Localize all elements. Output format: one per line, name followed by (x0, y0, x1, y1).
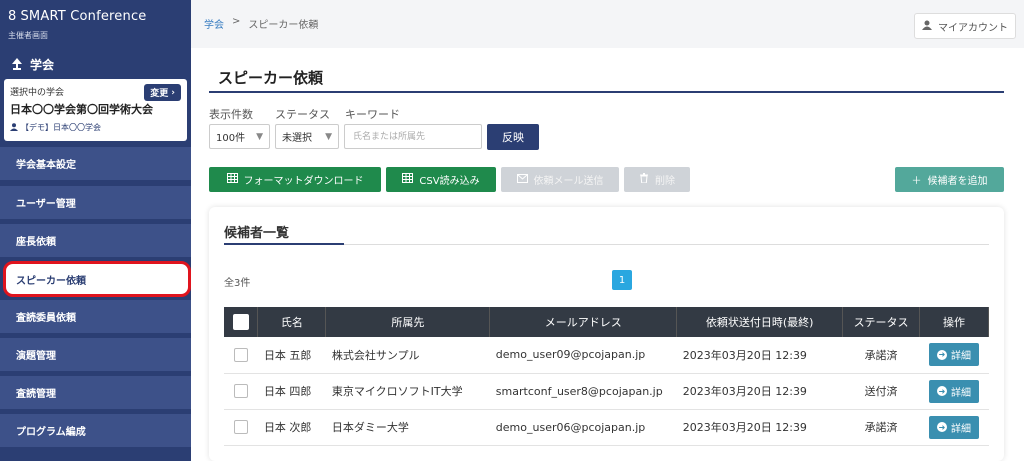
plus-icon: ＋ (911, 176, 922, 187)
arrow-right-circle-icon: ➜ (937, 386, 947, 396)
detail-button[interactable]: ➜ 詳細 (929, 343, 979, 367)
column-header: 操作 (919, 307, 989, 337)
brand-subtitle: 主催者画面 (8, 31, 48, 40)
cell-affiliation: 東京マイクロソフトIT大学 (325, 373, 490, 410)
topbar: 学会 > スピーカー依頼 マイアカウント (191, 0, 1024, 48)
lamp-icon (10, 57, 24, 73)
cell-sent: 2023年03月20日 12:39 (676, 409, 843, 446)
brand-name: SMART Conference (20, 9, 147, 24)
total-count: 全3件 (224, 278, 251, 289)
candidate-table: 氏名 所属先 メールアドレス 依頼状送付日時(最終) ステータス 操作 日本 五… (224, 307, 989, 446)
select-all-cell (224, 307, 259, 337)
csv-import-button[interactable]: CSV読み込み (386, 167, 496, 192)
column-header: ステータス (842, 307, 920, 337)
sidebar: 8 SMART Conference 主催者画面 学会 選択中の学会 変更 › … (0, 0, 191, 461)
section-label: 学会 (30, 58, 55, 72)
trash-icon (639, 173, 649, 186)
sidebar-item-speaker-request[interactable]: スピーカー依頼 (3, 261, 191, 297)
cell-status: 送付済 (842, 373, 920, 410)
table-row: 日本 次郎 日本ダミー大学 demo_user06@pcojapan.jp 20… (224, 409, 989, 446)
breadcrumb-separator: > (232, 16, 241, 27)
status-label: ステータス (275, 108, 330, 121)
cell-sent: 2023年03月20日 12:39 (676, 373, 843, 410)
format-download-button[interactable]: フォーマットダウンロード (209, 167, 381, 192)
sidebar-item-abstract-management[interactable]: 演題管理 (0, 338, 191, 372)
current-association-card: 選択中の学会 変更 › 日本〇〇学会第〇回学術大会 【デモ】日本〇〇学会 (4, 79, 187, 141)
breadcrumb-current: スピーカー依頼 (248, 20, 319, 31)
column-header: 氏名 (257, 307, 327, 337)
cell-status: 承諾済 (842, 337, 920, 374)
user-icon (10, 122, 18, 133)
delete-button[interactable]: 削除 (624, 167, 690, 192)
page-title: スピーカー依頼 (218, 69, 324, 87)
row-select-cell (224, 373, 258, 410)
cell-action: ➜ 詳細 (919, 337, 989, 374)
cell-affiliation: 株式会社サンプル (325, 337, 490, 374)
cell-action: ➜ 詳細 (919, 409, 989, 446)
page-1-button[interactable]: 1 (612, 270, 632, 290)
sidebar-item-chair-request[interactable]: 座長依頼 (0, 224, 191, 258)
cell-name: 日本 四郎 (257, 373, 326, 410)
my-account-button[interactable]: マイアカウント (914, 13, 1016, 39)
arrow-right-circle-icon: ➜ (937, 349, 947, 360)
keyword-label: キーワード (345, 108, 400, 121)
sidebar-item-review-management[interactable]: 査読管理 (0, 376, 191, 410)
send-request-mail-button[interactable]: 依頼メール送信 (501, 167, 619, 192)
row-select-cell (224, 409, 258, 446)
keyword-input[interactable] (344, 124, 482, 149)
user-icon (922, 20, 932, 33)
cell-email: demo_user09@pcojapan.jp (489, 337, 677, 374)
breadcrumb-root[interactable]: 学会 (204, 16, 224, 31)
caret-down-icon: ▼ (325, 131, 332, 142)
envelope-icon (516, 173, 528, 186)
cell-name: 日本 五郎 (257, 337, 326, 374)
add-candidate-button[interactable]: ＋ 候補者を追加 (895, 167, 1004, 192)
caret-down-icon: ▼ (256, 131, 263, 142)
change-button[interactable]: 変更 › (144, 84, 181, 101)
row-checkbox[interactable] (233, 384, 248, 398)
table-icon (226, 173, 238, 186)
sidebar-item-basic-settings[interactable]: 学会基本設定 (0, 147, 191, 181)
cell-email: smartconf_user8@pcojapan.jp (489, 373, 677, 410)
row-checkbox[interactable] (233, 347, 248, 362)
table-row: 日本 四郎 東京マイクロソフトIT大学 smartconf_user8@pcoj… (224, 373, 989, 410)
section-header: 学会 (10, 56, 54, 73)
logo-icon: 8 (8, 9, 17, 24)
cell-name: 日本 次郎 (257, 409, 326, 446)
count-label: 表示件数 (209, 108, 253, 121)
detail-button[interactable]: ➜ 詳細 (929, 379, 979, 403)
sidebar-item-reviewer-request[interactable]: 査読委員依頼 (0, 300, 191, 334)
select-all-checkbox[interactable] (232, 314, 249, 330)
current-association-name: 日本〇〇学会第〇回学術大会 (10, 103, 153, 116)
table-header-row: 氏名 所属先 メールアドレス 依頼状送付日時(最終) ステータス 操作 (224, 307, 989, 337)
sidebar-item-program[interactable]: プログラム編成 (0, 414, 191, 448)
card-title: 候補者一覧 (224, 226, 290, 241)
column-header: メールアドレス (489, 307, 678, 337)
card-divider-accent (224, 243, 344, 245)
sidebar-item-user-management[interactable]: ユーザー管理 (0, 186, 191, 220)
arrow-right-circle-icon: ➜ (937, 422, 947, 432)
cell-email: demo_user06@pcojapan.jp (489, 409, 677, 446)
column-header: 所属先 (325, 307, 491, 337)
cell-sent: 2023年03月20日 12:39 (676, 337, 843, 374)
breadcrumb: 学会 > スピーカー依頼 (204, 16, 318, 31)
chevron-right-icon: › (171, 87, 175, 98)
count-select[interactable]: 100件 ▼ (209, 124, 270, 149)
title-divider (209, 91, 1004, 93)
table-row: 日本 五郎 株式会社サンプル demo_user09@pcojapan.jp 2… (224, 337, 989, 374)
cell-affiliation: 日本ダミー大学 (325, 409, 490, 446)
detail-button[interactable]: ➜ 詳細 (929, 415, 979, 439)
apply-button[interactable]: 反映 (487, 124, 539, 150)
table-icon (402, 173, 414, 186)
row-select-cell (224, 337, 258, 374)
cell-status: 承諾済 (842, 409, 920, 446)
cell-action: ➜ 詳細 (919, 373, 989, 410)
brand[interactable]: 8 SMART Conference (8, 9, 147, 24)
row-checkbox[interactable] (233, 420, 248, 434)
current-association-demo: 【デモ】日本〇〇学会 (10, 122, 101, 133)
current-label: 選択中の学会 (10, 88, 65, 98)
status-select[interactable]: 未選択 ▼ (275, 124, 339, 149)
column-header: 依頼状送付日時(最終) (676, 307, 844, 337)
